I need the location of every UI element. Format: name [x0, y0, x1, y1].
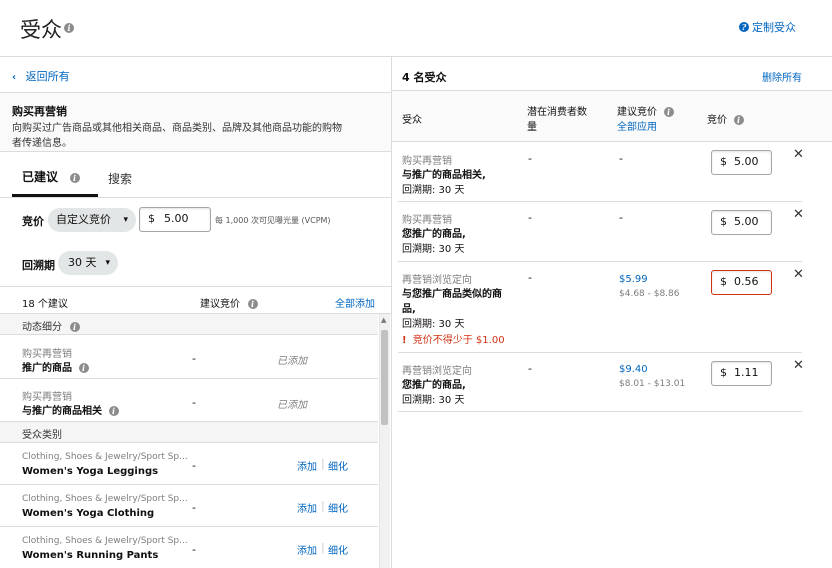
- remove-all-link[interactable]: 删除所有: [762, 69, 802, 84]
- group-audience-category: 受众类别: [22, 430, 62, 441]
- default-bid-input[interactable]: $ 5.00: [139, 207, 211, 232]
- chevron-left-icon: ‹: [12, 72, 17, 83]
- add-all-link[interactable]: 全部添加: [335, 295, 375, 310]
- suggested-bid-info-icon[interactable]: i: [663, 107, 674, 117]
- chevron-down-icon: ▾: [123, 215, 128, 225]
- lookback-select[interactable]: 30 天 ▾: [58, 251, 118, 275]
- col-reach-2: 量: [527, 122, 537, 133]
- section-desc-2: 者传递信息。: [12, 138, 72, 149]
- refine-link[interactable]: 细化: [328, 458, 348, 473]
- col-audience: 受众: [402, 115, 422, 126]
- close-icon[interactable]: ✕: [793, 358, 804, 373]
- alert-icon: !: [402, 335, 407, 346]
- customize-audience-link[interactable]: 定制受众: [752, 19, 796, 35]
- group-dynamic-segments: 动态细分 i: [22, 318, 80, 333]
- list-scrollbar-thumb[interactable]: [381, 330, 388, 425]
- section-desc-1: 向购买过广告商品或其他相关商品、商品类别、品牌及其他商品功能的购物: [12, 123, 342, 134]
- close-icon[interactable]: ✕: [793, 267, 804, 282]
- close-icon[interactable]: ✕: [793, 207, 804, 222]
- title-info-icon[interactable]: i: [64, 23, 74, 33]
- chevron-down-icon: ▾: [105, 258, 110, 268]
- bid-error: ! 竞价不得少于 $1.00: [402, 335, 505, 346]
- bid-input[interactable]: $ 5.00: [711, 210, 772, 235]
- bid-input[interactable]: $ 5.00: [711, 150, 772, 175]
- section-title: 购买再营销: [12, 105, 67, 118]
- refine-link[interactable]: 细化: [328, 500, 348, 515]
- audience-count-title: 4 名受众: [402, 71, 447, 84]
- add-link[interactable]: 添加: [297, 500, 317, 515]
- apply-all-link[interactable]: 全部应用: [617, 118, 657, 133]
- page-header: 受众 i ? 定制受众: [0, 0, 832, 56]
- suggested-bid-link[interactable]: $9.40: [619, 364, 648, 375]
- tab-search[interactable]: 搜索: [108, 170, 132, 187]
- help-icon: ?: [739, 22, 749, 32]
- suggested-bid-info-icon[interactable]: i: [247, 299, 258, 309]
- add-link[interactable]: 添加: [297, 458, 317, 473]
- close-icon[interactable]: ✕: [793, 147, 804, 162]
- lookback-label: 回溯期: [22, 259, 55, 272]
- col-suggested-bid: 建议竞价 i: [617, 103, 674, 118]
- bid-note: 每 1,000 次可见曝光量 (VCPM): [215, 216, 331, 225]
- col-bid: 竞价 i: [707, 111, 744, 126]
- refine-link[interactable]: 细化: [328, 542, 348, 557]
- bid-label: 竞价: [22, 215, 44, 228]
- group-info-icon[interactable]: i: [69, 322, 80, 332]
- item-info-icon[interactable]: i: [108, 406, 119, 416]
- suggested-bid-link[interactable]: $5.99: [619, 274, 648, 285]
- added-status: 已添加: [277, 356, 307, 367]
- add-link[interactable]: 添加: [297, 542, 317, 557]
- bid-input[interactable]: $ 1.11: [711, 361, 772, 386]
- page-title: 受众: [20, 18, 62, 42]
- col-reach-1: 潜在消费者数: [527, 107, 587, 118]
- back-link[interactable]: ‹ 返回所有: [12, 68, 70, 84]
- added-status: 已添加: [277, 400, 307, 411]
- suggestion-count: 18 个建议: [22, 299, 68, 310]
- scroll-up-icon[interactable]: ▲: [381, 316, 386, 324]
- suggested-info-icon[interactable]: i: [69, 173, 80, 183]
- bid-info-icon[interactable]: i: [733, 115, 744, 125]
- bid-type-select[interactable]: 自定义竞价 ▾: [48, 208, 136, 232]
- suggested-bid-header: 建议竞价 i: [200, 295, 258, 310]
- bid-input[interactable]: $ 0.56: [711, 270, 772, 295]
- tab-suggested[interactable]: 已建议 i: [22, 168, 80, 185]
- item-info-icon[interactable]: i: [78, 363, 89, 373]
